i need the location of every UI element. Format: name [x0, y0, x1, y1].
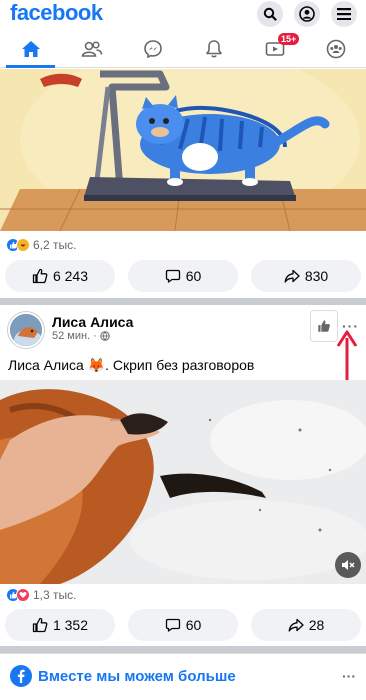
post1-share-button[interactable]: 830	[251, 260, 361, 292]
nav-bar: 15+	[0, 30, 366, 68]
tab-messenger[interactable]	[122, 30, 183, 68]
comment-icon	[165, 269, 180, 283]
community-banner[interactable]: Вместе мы можем больше ···	[0, 653, 366, 700]
thumbs-up-icon	[32, 268, 48, 284]
post1-image[interactable]	[0, 69, 366, 231]
post1-share-count: 830	[304, 268, 329, 284]
community-banner-text: Вместе мы можем больше	[38, 668, 236, 685]
watch-badge: 15+	[278, 33, 300, 45]
facebook-logo-icon	[10, 665, 32, 687]
menu-button[interactable]	[331, 1, 357, 27]
thumbs-up-icon	[318, 320, 330, 332]
facebook-logo[interactable]: facebook	[10, 0, 103, 26]
post1-like-count: 6 243	[52, 268, 89, 284]
post1-comment-button[interactable]: 60	[128, 260, 238, 292]
post2-reaction-count: 1,3 тыс.	[33, 588, 77, 602]
post2-comment-button[interactable]: 60	[128, 609, 238, 641]
post1-reaction-summary[interactable]: 6,2 тыс.	[6, 237, 76, 253]
comment-icon	[165, 618, 180, 632]
muted-speaker-icon	[342, 560, 355, 570]
post2-like-count: 1 352	[52, 617, 89, 633]
share-icon	[284, 269, 300, 283]
love-reaction-icon	[16, 588, 30, 602]
tab-groups[interactable]	[305, 30, 366, 68]
post2-time[interactable]: 52 мин.	[52, 330, 90, 342]
tab-notifications[interactable]	[183, 30, 244, 68]
post2-caption: Лиса Алиса 🦊. Скрип без разговоров	[8, 357, 255, 373]
search-icon	[263, 7, 277, 21]
post2-share-button[interactable]: 28	[251, 609, 361, 641]
home-icon	[21, 41, 40, 57]
author-avatar[interactable]	[8, 312, 44, 348]
bell-icon	[205, 40, 222, 58]
avatar-image	[10, 314, 42, 346]
post1-actions: 6 243 60 830	[0, 260, 366, 296]
messenger-icon	[143, 40, 162, 59]
friends-icon	[81, 41, 102, 57]
fox-video-frame	[0, 380, 366, 584]
post2-comment-count: 60	[185, 617, 202, 633]
cat-treadmill-illustration	[0, 69, 366, 231]
share-icon	[288, 618, 304, 632]
meta-separator: ·	[93, 330, 97, 342]
globe-icon	[100, 331, 110, 341]
post2-video[interactable]	[0, 380, 366, 584]
haha-reaction-icon	[16, 238, 30, 252]
banner-more-options[interactable]: ···	[342, 668, 356, 684]
thumbs-up-icon	[32, 617, 48, 633]
groups-icon	[326, 39, 345, 59]
top-bar: facebook	[0, 0, 366, 30]
post2-actions: 1 352 60 28	[0, 609, 366, 645]
mute-button[interactable]	[335, 552, 361, 578]
profile-icon	[299, 6, 315, 22]
profile-button[interactable]	[294, 1, 320, 27]
search-button[interactable]	[257, 1, 283, 27]
post1-like-button[interactable]: 6 243	[5, 260, 115, 292]
feed-separator	[0, 646, 366, 653]
tab-watch[interactable]: 15+	[244, 30, 305, 68]
feed-separator	[0, 298, 366, 305]
post2-like-button[interactable]: 1 352	[5, 609, 115, 641]
tab-friends[interactable]	[61, 30, 122, 68]
tab-home[interactable]	[0, 30, 61, 68]
post2-author-name[interactable]: Лиса Алиса	[52, 314, 133, 330]
like-page-button[interactable]	[310, 310, 338, 342]
post2-reaction-summary[interactable]: 1,3 тыс.	[6, 587, 76, 603]
post2-share-count: 28	[308, 617, 325, 633]
post2-meta: 52 мин. ·	[52, 330, 110, 342]
post1-reaction-count: 6,2 тыс.	[33, 238, 77, 252]
menu-icon	[337, 8, 351, 20]
post1-comment-count: 60	[185, 268, 202, 284]
